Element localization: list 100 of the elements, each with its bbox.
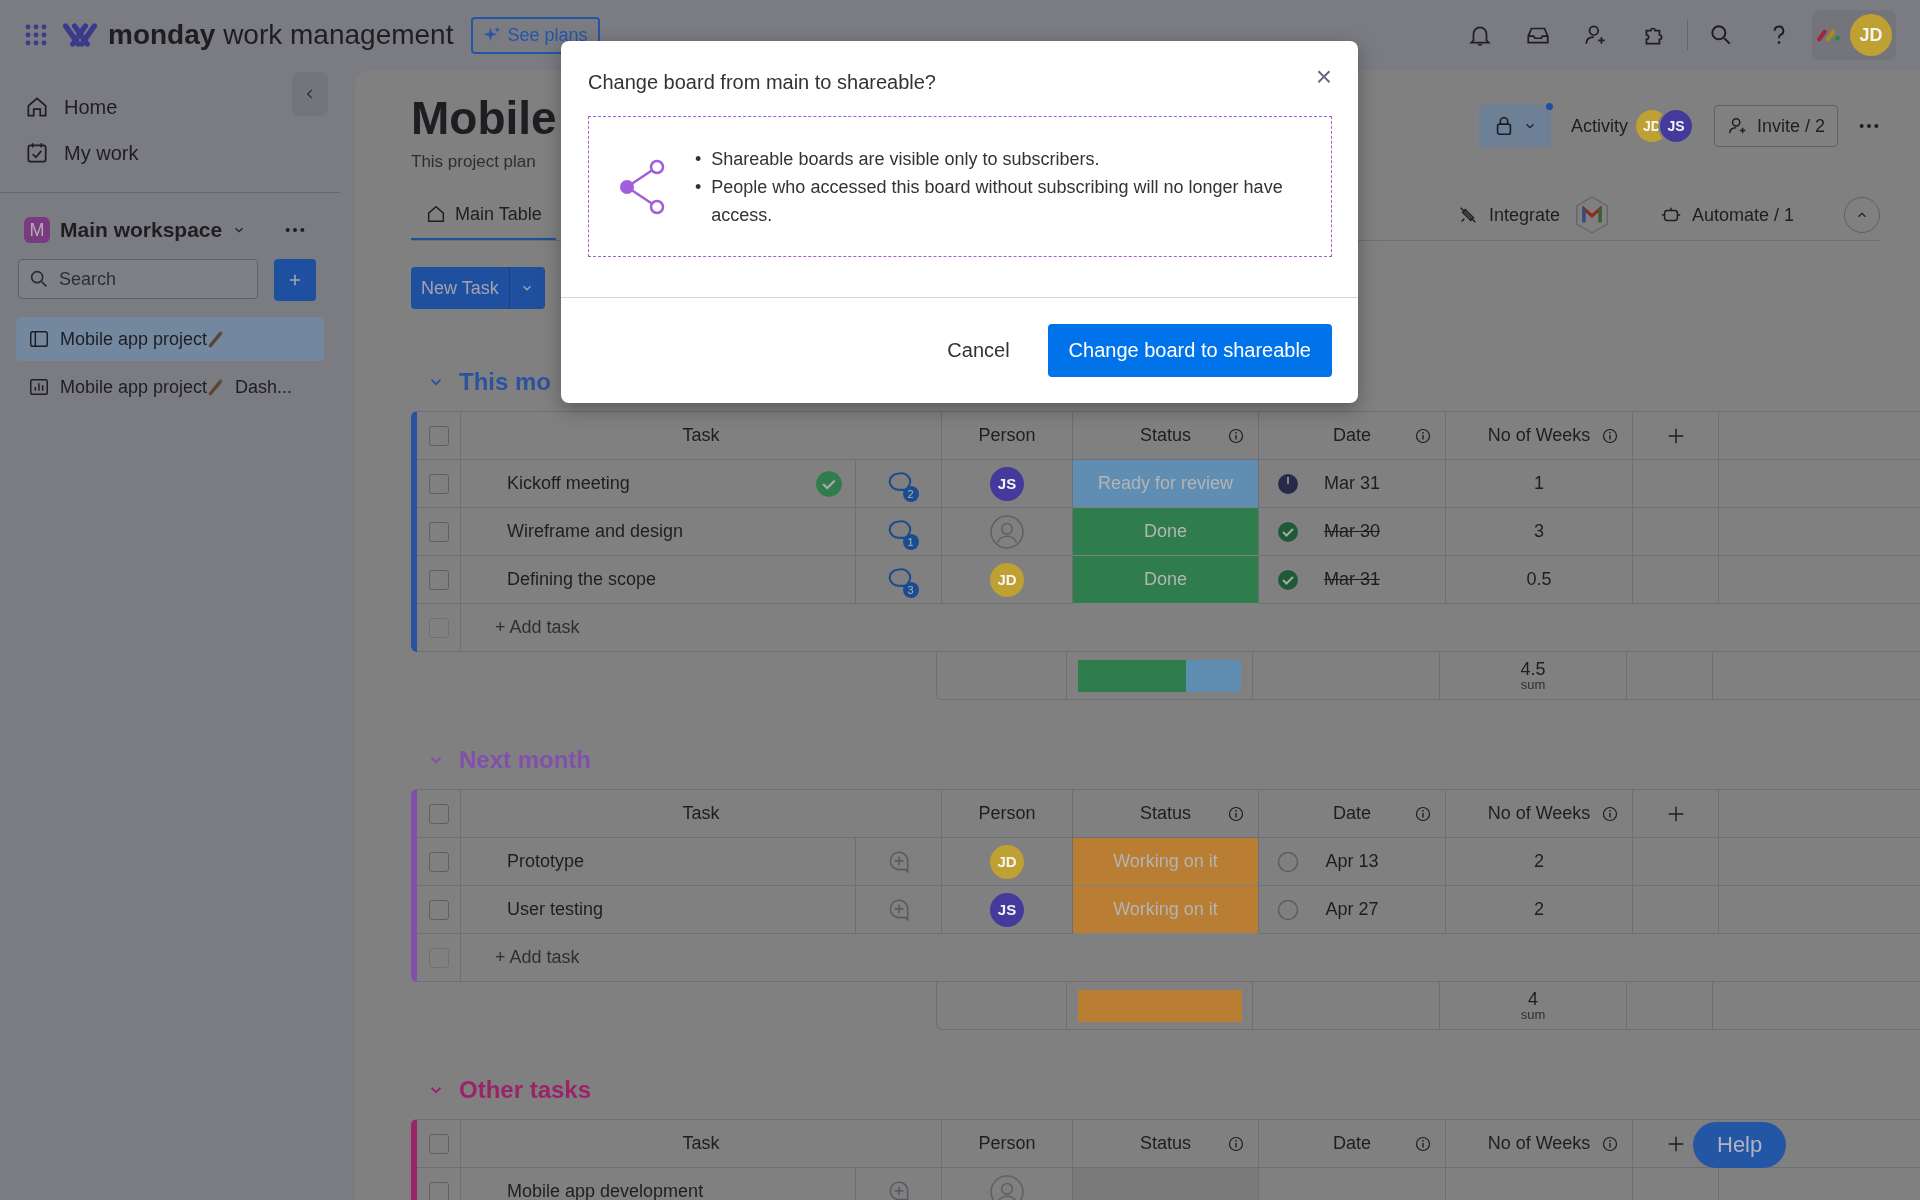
info-icon[interactable] xyxy=(1228,805,1244,822)
checkbox[interactable] xyxy=(428,1133,449,1154)
add-task-link[interactable]: + Add task xyxy=(495,617,580,638)
column-header: Status xyxy=(1140,803,1191,824)
column-header: Person xyxy=(978,1133,1036,1154)
info-icon[interactable] xyxy=(1228,427,1244,444)
weeks-value[interactable]: 3 xyxy=(1534,521,1544,542)
new-task-button[interactable]: New Task xyxy=(411,267,509,309)
checkbox[interactable] xyxy=(428,425,449,446)
task-name[interactable]: User testing xyxy=(507,899,604,920)
notification-dot xyxy=(1545,103,1553,110)
close-button[interactable]: × xyxy=(1315,63,1332,91)
board-description: This project plan xyxy=(411,152,537,172)
board-item[interactable]: Mobile app project xyxy=(16,317,324,361)
weeks-value[interactable]: 2 xyxy=(1534,851,1544,872)
column-header: Person xyxy=(978,425,1036,446)
sum-label: sum xyxy=(1520,678,1546,691)
weeks-value[interactable]: 2 xyxy=(1534,899,1544,920)
column-header: Status xyxy=(1140,425,1191,446)
column-header: Date xyxy=(1333,425,1371,446)
task-name[interactable]: Wireframe and design xyxy=(507,521,684,542)
calendar-check-icon xyxy=(24,140,50,166)
check-icon xyxy=(815,469,843,498)
checkbox[interactable] xyxy=(428,569,449,590)
info-icon[interactable] xyxy=(1415,805,1431,822)
board-item[interactable]: Mobile app project Dash... xyxy=(16,365,324,409)
automate-button[interactable]: Automate / 1 xyxy=(1659,204,1794,226)
user-avatar[interactable]: JD xyxy=(1850,14,1892,56)
avatar[interactable]: JS xyxy=(990,466,1024,501)
column-header: Task xyxy=(682,803,720,824)
info-icon[interactable] xyxy=(1602,805,1618,822)
chart-icon xyxy=(28,376,50,398)
status-label[interactable]: Done xyxy=(1073,508,1259,556)
column-header: No of Weeks xyxy=(1487,803,1591,824)
status-label[interactable]: Done xyxy=(1073,556,1259,604)
column-header: Person xyxy=(978,803,1036,824)
board-title: Mobile xyxy=(411,91,557,146)
avatar[interactable]: JD xyxy=(990,844,1024,879)
add-button[interactable] xyxy=(274,259,316,301)
date-value[interactable]: Mar 31 xyxy=(1324,569,1380,590)
invite-button[interactable]: Invite / 2 xyxy=(1713,105,1838,147)
check-icon xyxy=(1277,520,1299,543)
mail-app-icon[interactable] xyxy=(1573,195,1610,235)
dialog-title: Change board from main to shareable? xyxy=(588,71,936,94)
new-task-dropdown-button[interactable] xyxy=(508,267,545,309)
nav-item[interactable]: My work xyxy=(24,130,139,176)
integrate-button[interactable]: Integrate xyxy=(1456,204,1560,226)
workspace-name[interactable]: Main workspace xyxy=(60,218,223,242)
task-name[interactable]: Defining the scope xyxy=(507,569,657,590)
more-options-icon[interactable] xyxy=(1858,122,1880,130)
workspace-avatar: M xyxy=(24,217,50,243)
checkbox[interactable] xyxy=(428,899,449,920)
checkbox[interactable] xyxy=(428,473,449,494)
sum-value: 4 xyxy=(1528,990,1538,1008)
date-value[interactable]: Apr 27 xyxy=(1325,899,1379,920)
confirm-button[interactable]: Change board to shareable xyxy=(1047,324,1332,377)
logo-icon xyxy=(62,22,98,48)
update-count: 1 xyxy=(902,533,919,550)
empty-circle-icon xyxy=(1277,898,1299,921)
info-icon[interactable] xyxy=(1602,427,1618,444)
more-options-icon[interactable] xyxy=(284,226,307,234)
info-icon[interactable] xyxy=(1415,1135,1431,1152)
column-header: Status xyxy=(1140,1133,1191,1154)
checkbox[interactable] xyxy=(428,521,449,542)
task-name[interactable]: Mobile app development xyxy=(507,1181,704,1200)
date-value[interactable]: Apr 13 xyxy=(1325,851,1379,872)
task-name[interactable]: Prototype xyxy=(507,851,585,872)
help-button[interactable]: Help xyxy=(1693,1122,1787,1168)
add-task-link[interactable]: + Add task xyxy=(495,947,580,968)
bullet-text: Shareable boards are visible only to subscribers. xyxy=(711,147,1100,171)
search-field[interactable]: Search xyxy=(18,259,258,299)
weeks-value[interactable]: 0.5 xyxy=(1526,569,1552,590)
avatar[interactable]: JS xyxy=(990,892,1024,927)
info-icon[interactable] xyxy=(1602,1135,1618,1152)
column-header: No of Weeks xyxy=(1487,1133,1591,1154)
home-icon xyxy=(425,203,447,225)
privacy-button[interactable] xyxy=(1478,105,1551,147)
weeks-value[interactable]: 1 xyxy=(1534,473,1544,494)
task-name[interactable]: Kickoff meeting xyxy=(507,473,630,494)
checkbox[interactable] xyxy=(428,803,449,824)
nav-item[interactable]: Home xyxy=(24,84,118,130)
checkbox[interactable] xyxy=(428,1181,449,1200)
board-tab[interactable]: Main Table xyxy=(411,190,556,240)
clock-icon xyxy=(1277,472,1299,495)
person-placeholder-icon[interactable] xyxy=(990,1174,1024,1200)
table-icon xyxy=(28,328,50,350)
person-placeholder-icon[interactable] xyxy=(990,514,1024,549)
info-icon[interactable] xyxy=(1228,1135,1244,1152)
info-icon[interactable] xyxy=(1415,427,1431,444)
checkbox[interactable] xyxy=(428,851,449,872)
date-value[interactable]: Mar 30 xyxy=(1324,521,1380,542)
bullet-mark: • xyxy=(695,175,702,199)
column-header: Date xyxy=(1333,803,1371,824)
brand-name: monday work management xyxy=(108,19,454,51)
date-value[interactable]: Mar 31 xyxy=(1324,473,1380,494)
avatar[interactable]: JD xyxy=(990,562,1024,597)
sum-label: sum xyxy=(1520,1008,1546,1021)
activity-link[interactable]: Activity xyxy=(1570,115,1628,137)
cancel-button[interactable]: Cancel xyxy=(941,329,1016,372)
apps-grid-icon[interactable] xyxy=(24,23,48,47)
